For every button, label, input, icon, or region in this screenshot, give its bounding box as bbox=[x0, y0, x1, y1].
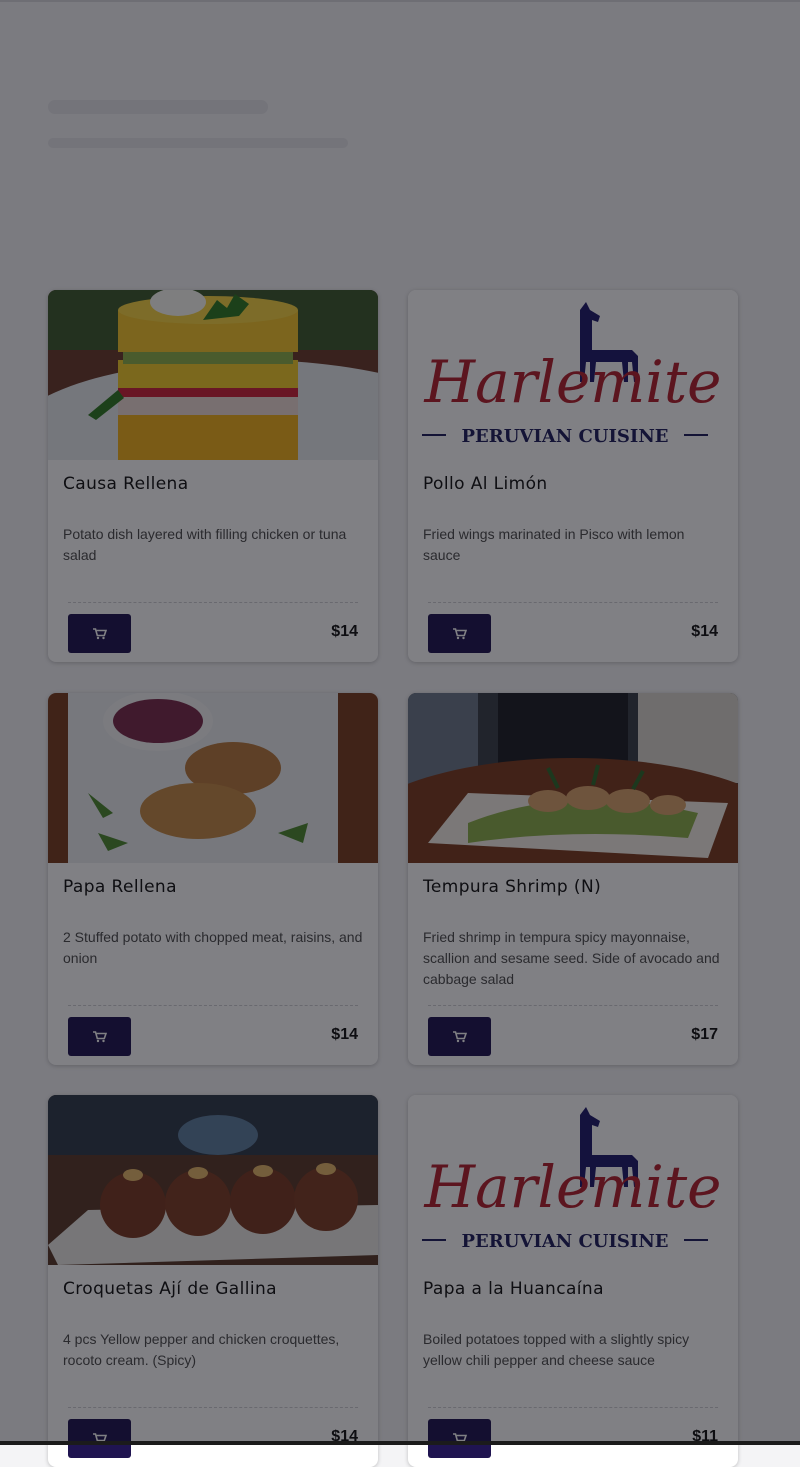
harlemite-logo-image: Harlemite PERUVIAN CUISINE bbox=[408, 290, 738, 460]
item-title: Papa a la Huancaína bbox=[423, 1279, 604, 1299]
add-to-cart-button[interactable] bbox=[68, 1419, 131, 1458]
add-to-cart-button[interactable] bbox=[68, 1017, 131, 1056]
item-price: $17 bbox=[691, 1026, 718, 1043]
header-placeholder-line bbox=[48, 138, 348, 148]
item-title: Papa Rellena bbox=[63, 877, 177, 897]
item-price: $14 bbox=[331, 623, 358, 640]
menu-item-card[interactable]: Papa Rellena 2 Stuffed potato with chopp… bbox=[48, 693, 378, 1065]
item-title: Tempura Shrimp (N) bbox=[423, 877, 602, 897]
papa-rellena-photo bbox=[48, 693, 378, 863]
cart-icon bbox=[92, 1030, 107, 1042]
top-divider bbox=[0, 0, 800, 2]
logo-wordmark: Harlemite bbox=[424, 1153, 722, 1221]
item-description: Potato dish layered with filling chicken… bbox=[63, 526, 347, 563]
croquetas-photo bbox=[48, 1095, 378, 1265]
add-to-cart-button[interactable] bbox=[428, 1419, 491, 1458]
item-description: Fried wings marinated in Pisco with lemo… bbox=[423, 526, 685, 563]
bottom-edge-bar bbox=[0, 1441, 800, 1445]
menu-item-card[interactable]: Causa Rellena Potato dish layered with f… bbox=[48, 290, 378, 662]
menu-item-card[interactable]: Harlemite PERUVIAN CUISINE Pollo Al Limó… bbox=[408, 290, 738, 662]
logo-wordmark: Harlemite bbox=[424, 348, 722, 416]
causa-rellena-photo bbox=[48, 290, 378, 460]
page-header-placeholder bbox=[48, 100, 748, 190]
menu-item-card[interactable]: Croquetas Ají de Gallina 4 pcs Yellow pe… bbox=[48, 1095, 378, 1467]
add-to-cart-button[interactable] bbox=[428, 614, 491, 653]
cart-icon bbox=[452, 1030, 467, 1042]
add-to-cart-button[interactable] bbox=[68, 614, 131, 653]
item-title: Causa Rellena bbox=[63, 474, 189, 494]
menu-item-card[interactable]: Harlemite PERUVIAN CUISINE Papa a la Hua… bbox=[408, 1095, 738, 1467]
item-description: Boiled potatoes topped with a slightly s… bbox=[423, 1331, 690, 1368]
item-description: 4 pcs Yellow pepper and chicken croquett… bbox=[63, 1331, 340, 1368]
header-placeholder-line bbox=[48, 100, 268, 114]
cart-icon bbox=[92, 627, 107, 639]
menu-item-card[interactable]: Tempura Shrimp (N) Fried shrimp in tempu… bbox=[408, 693, 738, 1065]
card-divider bbox=[428, 1407, 718, 1408]
card-divider bbox=[68, 602, 358, 603]
harlemite-logo-image: Harlemite PERUVIAN CUISINE bbox=[408, 1095, 738, 1265]
card-divider bbox=[428, 1005, 718, 1006]
item-price: $14 bbox=[331, 1026, 358, 1043]
add-to-cart-button[interactable] bbox=[428, 1017, 491, 1056]
card-divider bbox=[428, 602, 718, 603]
logo-tagline: PERUVIAN CUISINE bbox=[461, 426, 668, 447]
item-description: 2 Stuffed potato with chopped meat, rais… bbox=[63, 929, 363, 966]
item-title: Croquetas Ají de Gallina bbox=[63, 1279, 277, 1299]
tempura-shrimp-photo bbox=[408, 693, 738, 863]
item-description: Fried shrimp in tempura spicy mayonnaise… bbox=[423, 929, 720, 987]
item-price: $14 bbox=[691, 623, 718, 640]
logo-tagline: PERUVIAN CUISINE bbox=[461, 1231, 668, 1252]
item-title: Pollo Al Limón bbox=[423, 474, 548, 494]
cart-icon bbox=[452, 627, 467, 639]
card-divider bbox=[68, 1407, 358, 1408]
card-divider bbox=[68, 1005, 358, 1006]
